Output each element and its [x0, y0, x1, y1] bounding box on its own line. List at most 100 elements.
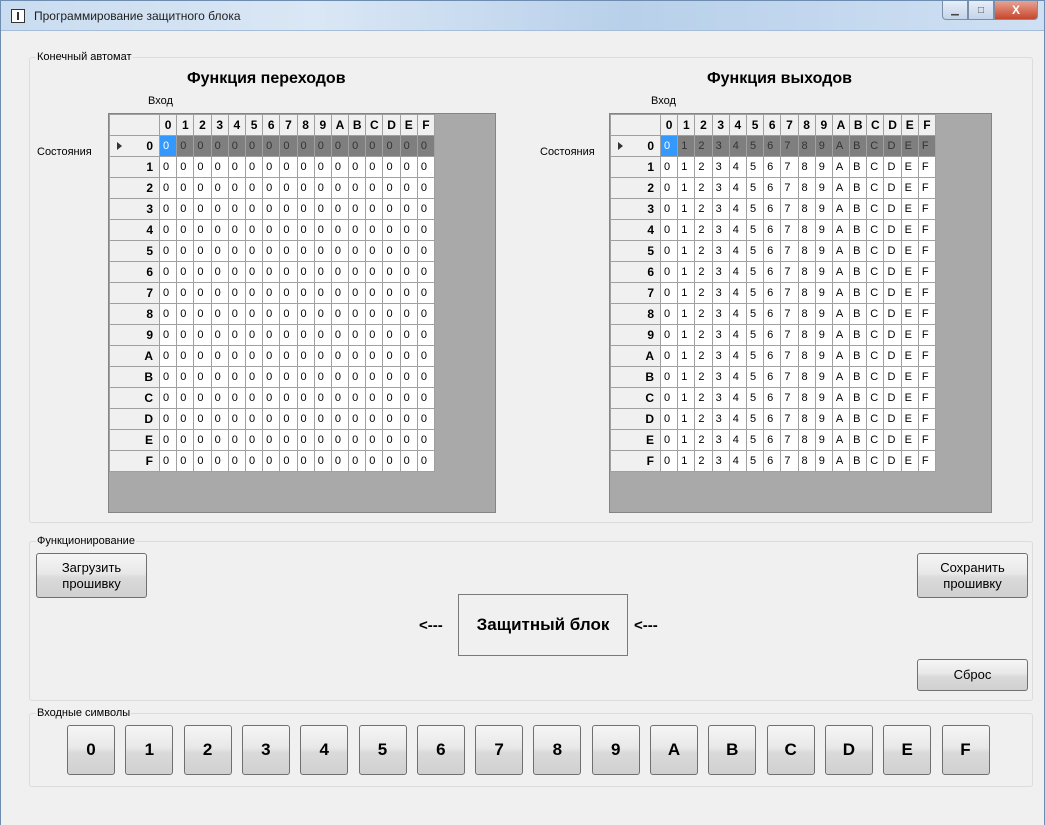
- outputs-cell[interactable]: 7: [780, 177, 799, 199]
- transitions-cell[interactable]: 0: [399, 177, 418, 199]
- outputs-cell[interactable]: 0: [659, 429, 679, 451]
- outputs-column-header[interactable]: 2: [694, 114, 713, 136]
- outputs-cell[interactable]: F: [917, 366, 937, 388]
- transitions-cell[interactable]: 0: [365, 345, 384, 367]
- transitions-cell[interactable]: 0: [227, 324, 246, 346]
- outputs-cell[interactable]: 1: [677, 324, 696, 346]
- outputs-cell[interactable]: 2: [694, 450, 713, 472]
- outputs-cell[interactable]: A: [831, 261, 851, 283]
- outputs-cell[interactable]: 9: [814, 219, 833, 241]
- outputs-cell[interactable]: F: [917, 345, 937, 367]
- outputs-cell[interactable]: B: [849, 261, 868, 283]
- outputs-cell[interactable]: C: [866, 324, 885, 346]
- outputs-state-row[interactable]: E0123456789ABCDEF: [610, 429, 937, 451]
- outputs-cell[interactable]: 1: [677, 135, 696, 157]
- transitions-cell[interactable]: 0: [210, 324, 229, 346]
- outputs-cell[interactable]: 7: [780, 156, 799, 178]
- transitions-cell[interactable]: 0: [193, 198, 212, 220]
- transitions-cell[interactable]: 0: [158, 324, 178, 346]
- transitions-cell[interactable]: 0: [262, 324, 281, 346]
- transitions-cell[interactable]: 0: [244, 345, 264, 367]
- transitions-cell[interactable]: 0: [416, 303, 436, 325]
- transitions-cell[interactable]: 0: [399, 324, 418, 346]
- outputs-cell[interactable]: 4: [728, 366, 747, 388]
- transitions-state-row[interactable]: A0000000000000000: [109, 345, 436, 367]
- outputs-cell[interactable]: 4: [728, 156, 747, 178]
- symbol-button[interactable]: 1: [125, 725, 174, 775]
- outputs-cell[interactable]: A: [831, 135, 851, 157]
- transitions-cell[interactable]: 0: [416, 156, 436, 178]
- outputs-cell[interactable]: C: [866, 135, 885, 157]
- reset-button[interactable]: Сброс: [917, 659, 1028, 691]
- outputs-cell[interactable]: 5: [745, 408, 765, 430]
- outputs-cell[interactable]: 8: [797, 408, 816, 430]
- outputs-column-header[interactable]: C: [866, 114, 885, 136]
- transitions-cell[interactable]: 0: [399, 198, 418, 220]
- transitions-cell[interactable]: 0: [227, 387, 246, 409]
- outputs-cell[interactable]: 2: [694, 261, 713, 283]
- outputs-cell[interactable]: B: [849, 156, 868, 178]
- transitions-cell[interactable]: 0: [330, 408, 350, 430]
- outputs-cell[interactable]: F: [917, 387, 937, 409]
- transitions-row-header[interactable]: 5: [109, 240, 160, 262]
- transitions-cell[interactable]: 0: [365, 429, 384, 451]
- outputs-cell[interactable]: 1: [677, 387, 696, 409]
- outputs-cell[interactable]: 0: [659, 324, 679, 346]
- outputs-cell[interactable]: 3: [711, 366, 730, 388]
- outputs-row-header[interactable]: B: [610, 366, 661, 388]
- transitions-cell[interactable]: 0: [313, 240, 332, 262]
- transitions-cell[interactable]: 0: [296, 240, 315, 262]
- outputs-cell[interactable]: C: [866, 387, 885, 409]
- transitions-state-row[interactable]: 90000000000000000: [109, 324, 436, 346]
- outputs-cell[interactable]: 2: [694, 408, 713, 430]
- transitions-state-row[interactable]: 40000000000000000: [109, 219, 436, 241]
- outputs-cell[interactable]: E: [900, 387, 919, 409]
- transitions-cell[interactable]: 0: [158, 177, 178, 199]
- outputs-cell[interactable]: B: [849, 198, 868, 220]
- transitions-cell[interactable]: 0: [279, 366, 298, 388]
- symbol-button[interactable]: 7: [475, 725, 524, 775]
- transitions-cell[interactable]: 0: [193, 177, 212, 199]
- outputs-cell[interactable]: D: [883, 303, 902, 325]
- transitions-cell[interactable]: 0: [365, 282, 384, 304]
- outputs-state-row[interactable]: 60123456789ABCDEF: [610, 261, 937, 283]
- outputs-column-header[interactable]: A: [831, 114, 851, 136]
- transitions-cell[interactable]: 0: [330, 429, 350, 451]
- outputs-cell[interactable]: 4: [728, 282, 747, 304]
- transitions-cell[interactable]: 0: [330, 198, 350, 220]
- outputs-cell[interactable]: F: [917, 324, 937, 346]
- transitions-cell[interactable]: 0: [227, 240, 246, 262]
- outputs-cell[interactable]: E: [900, 240, 919, 262]
- transitions-cell[interactable]: 0: [244, 429, 264, 451]
- outputs-row-header[interactable]: 0: [610, 135, 661, 157]
- outputs-cell[interactable]: E: [900, 261, 919, 283]
- outputs-cell[interactable]: A: [831, 282, 851, 304]
- transitions-column-header[interactable]: 5: [244, 114, 264, 136]
- transitions-cell[interactable]: 0: [313, 429, 332, 451]
- transitions-cell[interactable]: 0: [279, 345, 298, 367]
- transitions-cell[interactable]: 0: [348, 450, 367, 472]
- transitions-cell[interactable]: 0: [330, 177, 350, 199]
- transitions-cell[interactable]: 0: [158, 429, 178, 451]
- transitions-cell[interactable]: 0: [193, 156, 212, 178]
- transitions-cell[interactable]: 0: [399, 219, 418, 241]
- transitions-cell[interactable]: 0: [313, 345, 332, 367]
- outputs-cell[interactable]: 1: [677, 177, 696, 199]
- outputs-cell[interactable]: 6: [763, 219, 782, 241]
- transitions-cell[interactable]: 0: [382, 429, 401, 451]
- transitions-state-row[interactable]: 60000000000000000: [109, 261, 436, 283]
- outputs-cell[interactable]: D: [883, 156, 902, 178]
- transitions-cell[interactable]: 0: [262, 429, 281, 451]
- transitions-row-header[interactable]: 8: [109, 303, 160, 325]
- transitions-cell[interactable]: 0: [399, 450, 418, 472]
- transitions-cell[interactable]: 0: [296, 219, 315, 241]
- outputs-row-header[interactable]: C: [610, 387, 661, 409]
- outputs-cell[interactable]: B: [849, 282, 868, 304]
- title-bar[interactable]: Программирование защитного блока ▁ □ X: [1, 1, 1044, 31]
- outputs-column-header[interactable]: 4: [728, 114, 747, 136]
- transitions-cell[interactable]: 0: [296, 156, 315, 178]
- transitions-cell[interactable]: 0: [227, 450, 246, 472]
- transitions-cell[interactable]: 0: [348, 261, 367, 283]
- transitions-cell[interactable]: 0: [296, 198, 315, 220]
- outputs-cell[interactable]: 9: [814, 261, 833, 283]
